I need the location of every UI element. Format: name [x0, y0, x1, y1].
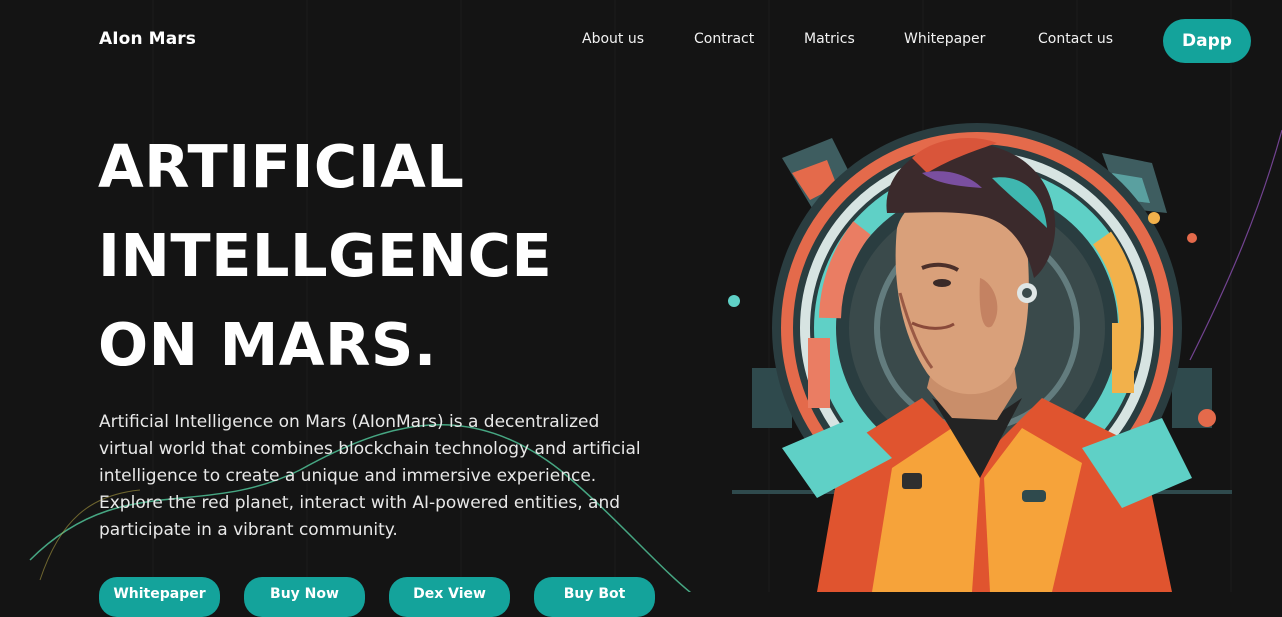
whitepaper-button[interactable]: Whitepaper [99, 577, 220, 617]
ai-portrait-illustration [728, 123, 1232, 592]
main-nav: About us Contract Matrics Whitepaper Con… [0, 31, 1282, 51]
nav-item-contact-us[interactable]: Contact us [1038, 31, 1113, 47]
hero-description: Artificial Intelligence on Mars (AIonMar… [99, 412, 641, 540]
buy-now-button[interactable]: Buy Now [244, 577, 365, 617]
nav-item-about-us[interactable]: About us [582, 31, 644, 47]
nav-item-contract[interactable]: Contract [694, 31, 754, 47]
hero-title-line-2: INTELLGENCE [98, 221, 553, 290]
nav-item-whitepaper[interactable]: Whitepaper [904, 31, 985, 47]
hero-title-line-3: ON MARS. [98, 310, 437, 379]
hero-title-line-1: ARTIFICIAL [98, 132, 465, 201]
nav-item-matrics[interactable]: Matrics [804, 31, 855, 47]
hero-title: ARTIFICIAL INTELLGENCE ON MARS. [98, 122, 552, 389]
dapp-button[interactable]: Dapp [1163, 19, 1251, 63]
dex-view-button[interactable]: Dex View [389, 577, 510, 617]
buy-bot-button[interactable]: Buy Bot [534, 577, 655, 617]
